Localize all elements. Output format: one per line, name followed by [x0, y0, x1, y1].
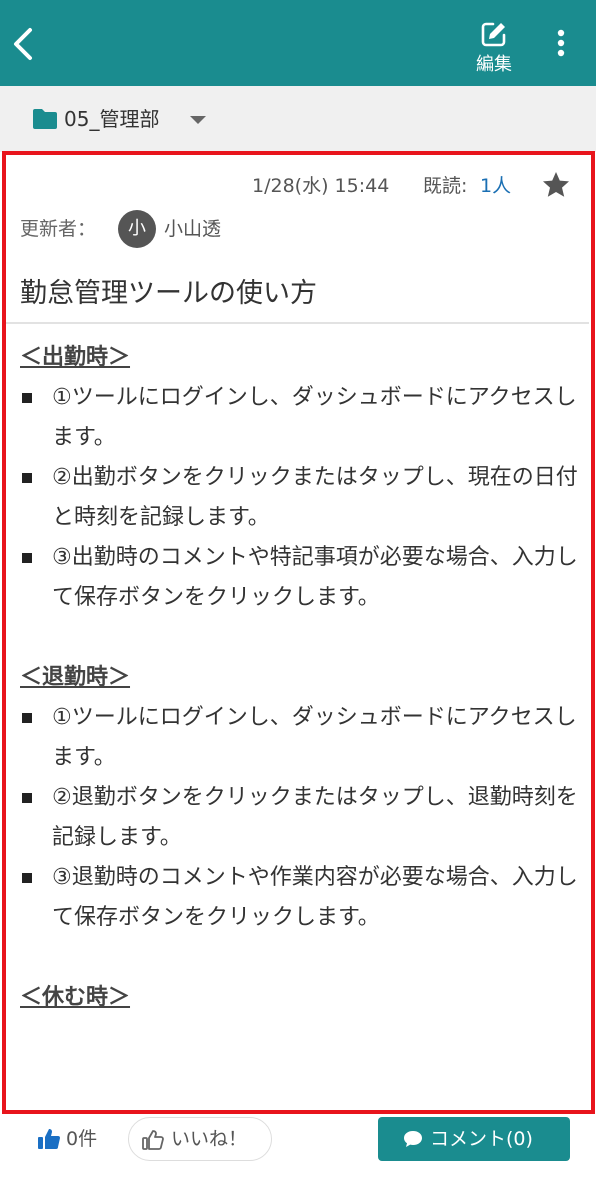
folder-icon: [33, 109, 57, 129]
edit-label: 編集: [476, 54, 512, 75]
thumbs-up-icon: [38, 1129, 60, 1149]
comment-button[interactable]: コメント(0): [378, 1117, 570, 1161]
updater-name[interactable]: 小山透: [164, 216, 221, 242]
read-label: 既読:: [423, 175, 468, 197]
thumbs-up-outline-icon: [142, 1130, 164, 1150]
folder-name[interactable]: 05_管理部: [64, 106, 159, 132]
caret-down-icon[interactable]: [188, 114, 208, 126]
section-heading: ＜休む時＞: [20, 985, 131, 1010]
edit-button[interactable]: 編集: [466, 14, 522, 82]
post-body: ＜出勤時＞ ①ツールにログインし、ダッシュボードにアクセスします。 ②出勤ボタン…: [20, 338, 580, 1018]
read-count-link[interactable]: 1人: [480, 173, 511, 199]
section-clock-in: ＜出勤時＞ ①ツールにログインし、ダッシュボードにアクセスします。 ②出勤ボタン…: [20, 338, 580, 618]
section-heading: ＜出勤時＞: [20, 345, 131, 370]
comment-icon: [404, 1131, 422, 1147]
like-count[interactable]: 0件: [66, 1126, 97, 1152]
chevron-left-icon: [14, 28, 32, 60]
back-button[interactable]: [6, 22, 42, 66]
post-datetime: 1/28(水) 15:44: [252, 175, 390, 197]
post-title: 勤怠管理ツールの使い方: [20, 278, 317, 309]
list-item: ②出勤ボタンをクリックまたはタップし、現在の日付と時刻を記録します。: [20, 458, 580, 538]
list-item: ③退勤時のコメントや作業内容が必要な場合、入力して保存ボタンをクリックします。: [20, 858, 580, 938]
divider: [6, 322, 589, 324]
section-heading: ＜退勤時＞: [20, 665, 131, 690]
star-icon[interactable]: [541, 170, 571, 200]
more-vertical-icon: [557, 29, 565, 57]
list-item: ①ツールにログインし、ダッシュボードにアクセスします。: [20, 378, 580, 458]
edit-icon: [481, 22, 506, 47]
list-item: ②退勤ボタンをクリックまたはタップし、退勤時刻を記録します。: [20, 778, 580, 858]
updater-label: 更新者：: [20, 218, 97, 240]
list-item: ③出勤時のコメントや特記事項が必要な場合、入力して保存ボタンをクリックします。: [20, 538, 580, 618]
app-bar: 編集: [0, 0, 596, 86]
list-item: ①ツールにログインし、ダッシュボードにアクセスします。: [20, 698, 580, 778]
more-menu-button[interactable]: [546, 22, 576, 66]
comment-button-label: コメント(0): [430, 1128, 533, 1150]
like-button-label: いいね！: [171, 1128, 248, 1150]
section-day-off: ＜休む時＞: [20, 978, 580, 1018]
like-button[interactable]: いいね！: [128, 1117, 272, 1161]
section-clock-out: ＜退勤時＞ ①ツールにログインし、ダッシュボードにアクセスします。 ②退勤ボタン…: [20, 658, 580, 938]
avatar[interactable]: 小: [118, 210, 156, 248]
